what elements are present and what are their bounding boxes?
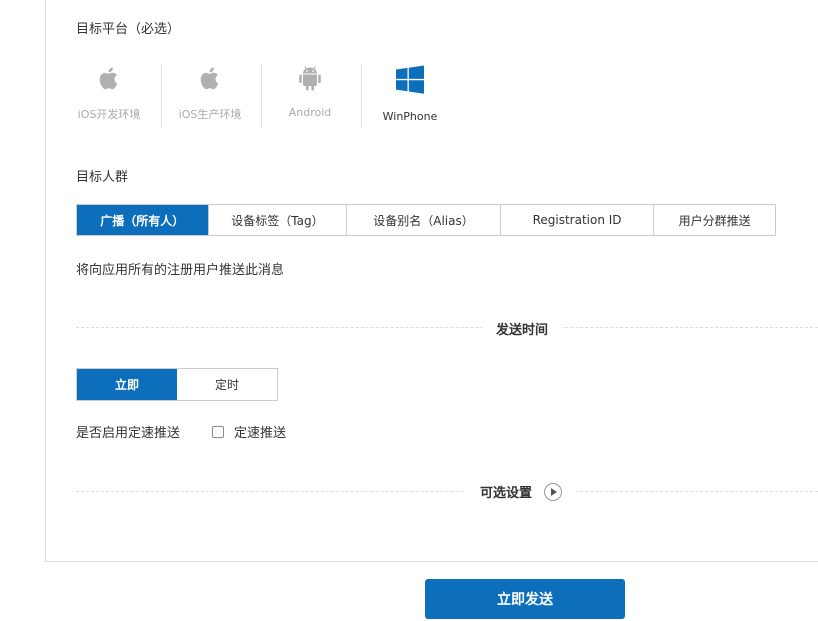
android-icon	[299, 66, 321, 91]
audience-tabs: 广播（所有人） 设备标签（Tag） 设备别名（Alias） Registrati…	[76, 204, 776, 236]
platform-name: iOS生产环境	[178, 108, 242, 121]
speed-push-question: 是否启用定速推送	[76, 426, 181, 441]
section-divider	[76, 491, 818, 492]
target-platform-label: 目标平台（必选）	[76, 22, 181, 37]
platform-name: WinPhone	[382, 110, 438, 123]
apple-icon	[99, 67, 118, 90]
platform-android[interactable]: Android	[265, 62, 355, 128]
section-divider	[76, 327, 818, 328]
divider	[361, 64, 362, 128]
audience-description: 将向应用所有的注册用户推送此消息	[76, 263, 285, 278]
send-time-title: 发送时间	[482, 319, 563, 338]
platform-name: iOS开发环境	[77, 108, 141, 121]
apple-icon	[200, 67, 219, 90]
optional-settings-title: 可选设置	[480, 486, 533, 501]
tab-registration-id[interactable]: Registration ID	[501, 205, 655, 235]
tab-alias[interactable]: 设备别名（Alias）	[347, 205, 501, 235]
audience-label: 目标人群	[76, 170, 129, 185]
platform-name: Android	[288, 106, 332, 119]
divider	[161, 64, 162, 128]
tab-user-segment[interactable]: 用户分群推送	[654, 205, 775, 235]
platform-ios-dev[interactable]: iOS开发环境	[64, 62, 154, 128]
tab-tag[interactable]: 设备标签（Tag）	[209, 205, 348, 235]
send-now-button[interactable]: 立即发送	[425, 579, 625, 619]
send-time-options: 立即 定时	[76, 368, 278, 401]
divider	[261, 64, 262, 128]
play-icon[interactable]	[544, 482, 563, 501]
speed-push-checkbox[interactable]	[212, 425, 225, 438]
speed-push-row: 是否启用定速推送 定速推送	[76, 422, 286, 441]
option-scheduled[interactable]: 定时	[177, 369, 277, 400]
tab-broadcast[interactable]: 广播（所有人）	[77, 205, 209, 235]
optional-settings-header[interactable]: 可选设置	[466, 482, 577, 501]
speed-push-checkbox-label[interactable]: 定速推送	[234, 422, 286, 441]
platform-ios-prod[interactable]: iOS生产环境	[165, 62, 255, 128]
option-immediate[interactable]: 立即	[77, 369, 177, 400]
platform-winphone[interactable]: WinPhone	[365, 62, 455, 128]
platform-selector: iOS开发环境 iOS生产环境 Android WinPhone	[76, 62, 476, 132]
windows-icon	[396, 65, 424, 94]
